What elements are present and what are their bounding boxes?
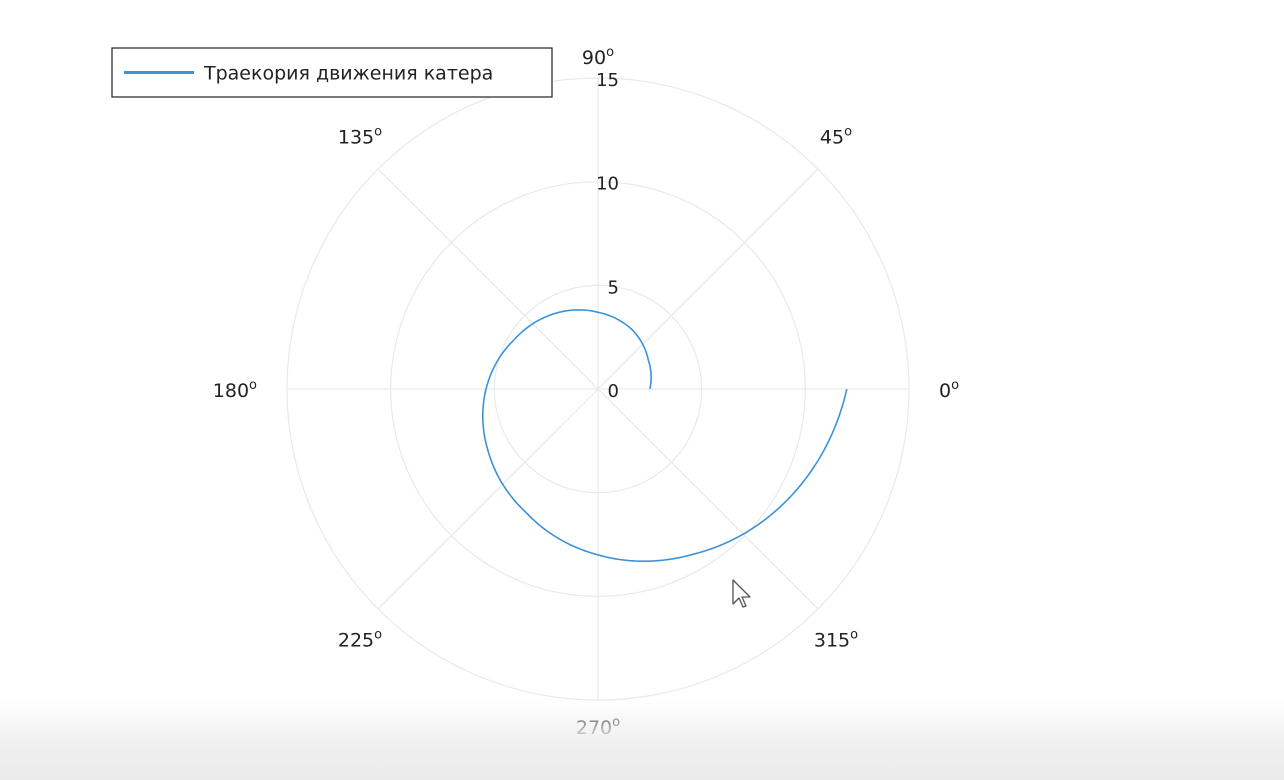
polar-chart: 0510150o45o90o135o180o225o270o315o Траек…	[111, 45, 959, 739]
theta-tick-180: 180o	[213, 378, 257, 402]
grid-spoke-45	[597, 168, 819, 390]
theta-tick-value: 315	[814, 629, 850, 651]
figure-window: 0510150o45o90o135o180o225o270o315o Траек…	[0, 0, 1284, 780]
theta-tick-label: 0o	[939, 378, 959, 402]
grid-spoke-315	[597, 388, 819, 610]
theta-tick-label: 225o	[338, 627, 382, 651]
grid-spoke-135	[377, 168, 599, 390]
series-line-0	[481, 309, 848, 563]
theta-tick-value: 135	[338, 127, 374, 149]
degree-symbol: o	[844, 125, 852, 140]
theta-tick-value: 225	[338, 629, 374, 651]
legend[interactable]: Траекория движения катера	[111, 47, 553, 98]
theta-tick-label: 90o	[582, 45, 614, 69]
theta-tick-label: 180o	[213, 378, 257, 402]
theta-tick-315: 315o	[814, 627, 858, 651]
r-tick-label: 5	[608, 277, 619, 298]
theta-tick-value: 180	[213, 380, 249, 402]
theta-tick-value: 45	[820, 127, 844, 149]
theta-tick-135: 135o	[338, 125, 382, 149]
theta-tick-225: 225o	[338, 627, 382, 651]
window-bottom-shade	[0, 698, 1284, 780]
series-layer	[481, 309, 848, 563]
theta-tick-value: 90	[582, 47, 606, 69]
theta-tick-45: 45o	[820, 125, 852, 149]
polar-grid	[286, 77, 910, 701]
theta-tick-label: 135o	[338, 125, 382, 149]
legend-label: Траекория движения катера	[203, 63, 493, 85]
degree-symbol: o	[606, 45, 614, 60]
theta-tick-label: 45o	[820, 125, 852, 149]
theta-tick-0: 0o	[939, 378, 959, 402]
theta-tick-label: 315o	[814, 627, 858, 651]
r-tick-label: 0	[608, 381, 619, 402]
grid-spoke-225	[377, 388, 599, 610]
degree-symbol: o	[374, 627, 382, 642]
degree-symbol: o	[951, 378, 959, 393]
theta-tick-90: 90o	[582, 45, 614, 69]
degree-symbol: o	[850, 627, 858, 642]
theta-tick-value: 0	[939, 380, 951, 402]
r-tick-label: 10	[596, 174, 619, 195]
axis-labels: 0510150o45o90o135o180o225o270o315o	[213, 45, 959, 739]
degree-symbol: o	[249, 378, 257, 393]
mouse-pointer-icon	[732, 579, 751, 608]
degree-symbol: o	[374, 125, 382, 140]
r-tick-label: 15	[596, 70, 619, 91]
mouse-pointer-shape	[732, 579, 751, 608]
